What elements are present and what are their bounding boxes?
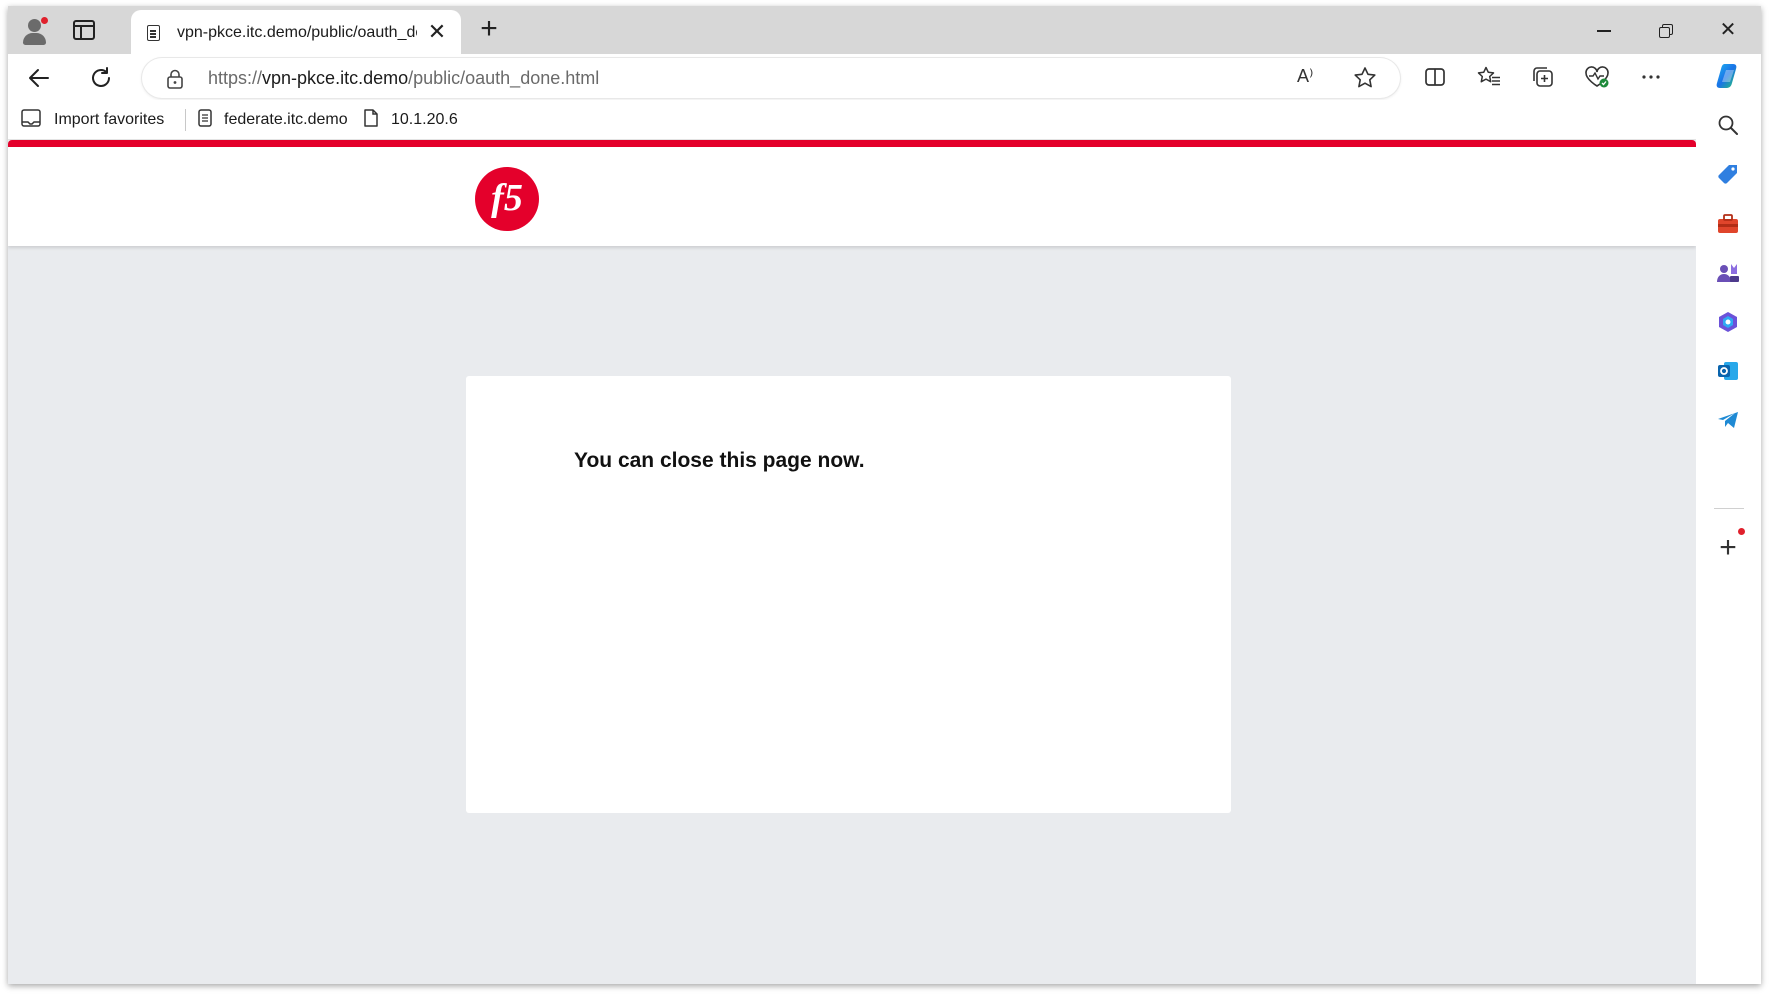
back-button[interactable] bbox=[22, 61, 56, 95]
bookmark-label: 10.1.20.6 bbox=[391, 111, 458, 128]
page-favicon-icon bbox=[147, 25, 160, 41]
minimize-button[interactable] bbox=[1573, 6, 1635, 54]
refresh-button[interactable] bbox=[84, 61, 118, 95]
url-scheme: https:// bbox=[208, 68, 263, 88]
brand-accent-bar bbox=[8, 140, 1696, 147]
outlook-icon[interactable] bbox=[1712, 355, 1744, 387]
browser-essentials-icon[interactable] bbox=[1582, 62, 1612, 92]
favorites-bar: Import favorites federate.itc.demo 10.1.… bbox=[8, 100, 1761, 140]
profile-icon[interactable] bbox=[20, 16, 50, 46]
page-header: f5 bbox=[8, 147, 1696, 246]
f5-logo: f5 bbox=[474, 166, 540, 232]
sidebar-separator bbox=[1714, 508, 1744, 509]
edge-sidebar: + bbox=[1696, 54, 1761, 984]
bookmark-label: federate.itc.demo bbox=[224, 111, 348, 128]
import-favorites-icon bbox=[20, 108, 42, 133]
add-icon[interactable]: + bbox=[1712, 528, 1745, 564]
tools-icon[interactable] bbox=[1712, 208, 1744, 240]
document-icon bbox=[363, 108, 379, 133]
notification-dot bbox=[1738, 528, 1745, 535]
read-aloud-icon[interactable]: A⁾ bbox=[1297, 66, 1313, 87]
message-card: You can close this page now. bbox=[466, 376, 1231, 813]
tab-close-icon[interactable]: ✕ bbox=[425, 20, 449, 44]
telegram-icon[interactable] bbox=[1712, 404, 1744, 436]
address-bar[interactable]: https://vpn-pkce.itc.demo/public/oauth_d… bbox=[142, 58, 1400, 98]
games-icon[interactable] bbox=[1712, 257, 1744, 289]
favorites-icon[interactable] bbox=[1474, 62, 1504, 92]
search-icon[interactable] bbox=[1712, 109, 1744, 141]
tab-title: vpn-pkce.itc.demo/public/oauth_done.html bbox=[177, 24, 417, 41]
tab-actions-icon[interactable] bbox=[73, 20, 95, 40]
collections-icon[interactable] bbox=[1528, 62, 1558, 92]
shopping-tag-icon[interactable] bbox=[1712, 159, 1744, 191]
more-icon[interactable] bbox=[1636, 62, 1666, 92]
bookmarks-separator bbox=[185, 109, 186, 131]
browser-window: vpn-pkce.itc.demo/public/oauth_done.html… bbox=[8, 6, 1761, 984]
url-path: /public/oauth_done.html bbox=[408, 68, 600, 88]
bookmark-ip[interactable]: 10.1.20.6 bbox=[363, 108, 458, 132]
active-tab[interactable]: vpn-pkce.itc.demo/public/oauth_done.html… bbox=[131, 10, 461, 54]
add-favorite-icon[interactable] bbox=[1352, 65, 1378, 96]
title-bar: vpn-pkce.itc.demo/public/oauth_done.html… bbox=[8, 6, 1761, 54]
microsoft365-icon[interactable] bbox=[1712, 306, 1744, 338]
url-text[interactable]: https://vpn-pkce.itc.demo/public/oauth_d… bbox=[208, 68, 599, 89]
split-screen-icon[interactable] bbox=[1420, 62, 1450, 92]
navigation-toolbar: https://vpn-pkce.itc.demo/public/oauth_d… bbox=[8, 54, 1761, 100]
page-icon bbox=[198, 108, 212, 132]
url-host: vpn-pkce.itc.demo bbox=[262, 68, 409, 88]
bookmark-federate[interactable]: federate.itc.demo bbox=[198, 108, 348, 132]
copilot-icon[interactable] bbox=[1712, 60, 1744, 92]
new-tab-button[interactable]: + bbox=[474, 14, 504, 44]
bookmark-label: Import favorites bbox=[54, 111, 165, 128]
page-content: f5 You can close this page now. bbox=[8, 140, 1696, 984]
close-window-button[interactable]: ✕ bbox=[1697, 6, 1759, 54]
close-page-message: You can close this page now. bbox=[574, 449, 865, 472]
restore-button[interactable] bbox=[1635, 6, 1697, 54]
logo-text: f5 bbox=[491, 177, 523, 219]
lock-icon[interactable] bbox=[166, 69, 184, 94]
bookmark-import-favorites[interactable]: Import favorites bbox=[20, 108, 164, 132]
